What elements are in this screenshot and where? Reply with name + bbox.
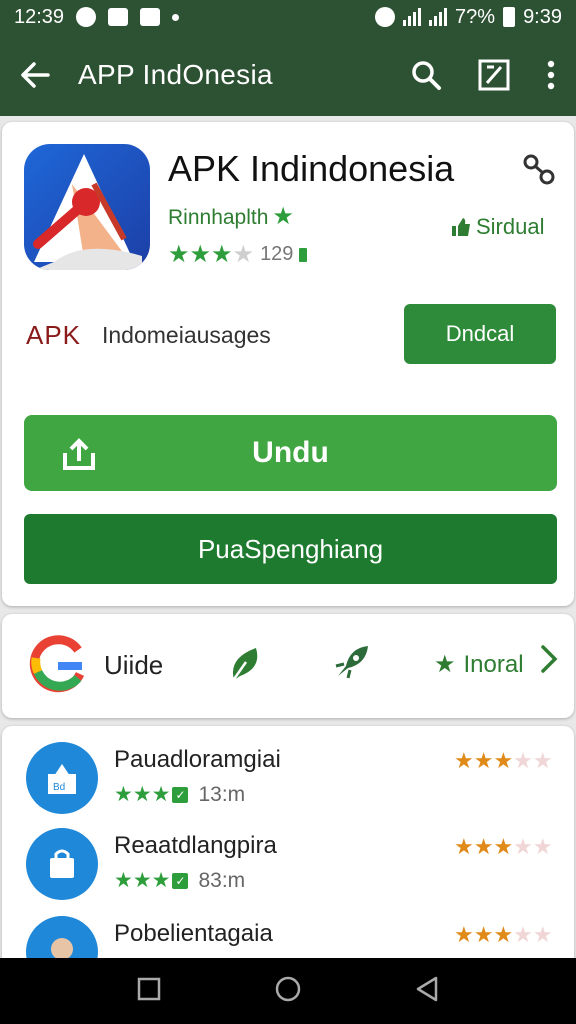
install-badge-label: Sirdual: [476, 214, 545, 239]
list-item-count: 13:m: [198, 782, 246, 806]
status-time: 12:39: [14, 5, 65, 28]
recents-icon[interactable]: [136, 976, 162, 1007]
download-button[interactable]: Dndcal: [404, 304, 556, 364]
leaf-icon[interactable]: [226, 644, 262, 689]
svg-text:Bd: Bd: [53, 782, 65, 793]
list-item-rating: ★★★★★: [454, 834, 553, 859]
battery-percent: 7?%: [455, 5, 496, 28]
rating-filter-label: Inoral: [463, 650, 524, 678]
rocket-icon[interactable]: [332, 644, 370, 687]
status-clock: 9:39: [523, 5, 562, 28]
verified-icon: ✓: [172, 786, 189, 803]
shopping-bag-icon: [26, 828, 98, 900]
app-list-icon: Bd: [26, 742, 98, 814]
search-icon[interactable]: [410, 59, 442, 91]
secondary-button-label: PuaSpenghiang: [197, 533, 384, 564]
app-detail-card: APK Indindonesia Rinnhaplth ★ ★ ★ ★ ★ 129…: [2, 122, 574, 606]
back-arrow-icon[interactable]: [20, 61, 60, 89]
secondary-button[interactable]: PuaSpenghiang: [24, 514, 557, 584]
app-bar: APP IndOnesia: [0, 34, 576, 116]
category-card: Uiide ★ Inoral: [2, 614, 574, 718]
list-item[interactable]: Bd Pauadloramgiai ★★★ ✓ 13:m ★★★★★: [2, 742, 574, 830]
install-button-label: Undu: [252, 436, 329, 469]
system-nav-bar: [0, 958, 576, 1024]
app-logo-icon: [24, 144, 150, 270]
notification-dot-icon: [172, 13, 180, 21]
star-icon: ★★★: [114, 783, 171, 806]
editors-choice-icon: ★: [272, 203, 294, 230]
list-item-meta: ★★★ ✓ 13:m: [114, 782, 245, 807]
google-icon[interactable]: [28, 634, 88, 694]
gallery-icon: [108, 8, 129, 26]
install-badge: Sirdual: [450, 214, 544, 240]
notification-icon: [76, 7, 97, 27]
size-indicator-icon: [299, 247, 308, 262]
edit-notification-icon: [140, 8, 161, 26]
list-item-title: Reaatdlangpira: [114, 832, 277, 859]
list-item-rating: ★★★★★: [454, 922, 553, 947]
home-icon[interactable]: [274, 975, 302, 1008]
app-list: Bd Pauadloramgiai ★★★ ✓ 13:m ★★★★★ Reaat…: [2, 726, 574, 988]
star-empty-icon: ★: [232, 241, 255, 268]
back-icon[interactable]: [414, 975, 440, 1008]
edit-box-icon[interactable]: [478, 59, 510, 91]
install-button[interactable]: Undu: [24, 415, 557, 491]
list-item-rating: ★★★★★: [454, 748, 553, 773]
alarm-icon: [375, 7, 396, 27]
app-name: APK Indindonesia: [168, 148, 455, 189]
wifi-icon: [403, 8, 422, 26]
list-item-title: Pobelientagaia: [114, 920, 273, 947]
apk-description: Indomeiausages: [102, 322, 271, 348]
share-icon[interactable]: [522, 152, 556, 191]
list-item-count: 83:m: [198, 868, 246, 892]
upload-icon: [62, 437, 96, 479]
battery-icon: [503, 7, 516, 27]
star-icon: ★: [434, 651, 456, 678]
list-item[interactable]: Reaatdlangpira ★★★ ✓ 83:m ★★★★★: [2, 828, 574, 916]
developer-label: Rinnhaplth: [168, 206, 269, 229]
star-icon: ★★★: [114, 869, 171, 892]
apk-label: APK: [26, 320, 82, 350]
list-item-meta: ★★★ ✓ 83:m: [114, 868, 245, 893]
category-label: Uiide: [104, 650, 164, 680]
verified-icon: ✓: [172, 872, 189, 889]
list-item-title: Pauadloramgiai: [114, 746, 281, 773]
developer-name[interactable]: Rinnhaplth ★: [168, 202, 294, 231]
more-vert-icon[interactable]: [546, 60, 556, 90]
star-icon: ★: [211, 241, 233, 268]
star-icon: ★: [168, 241, 190, 268]
chevron-right-icon[interactable]: [540, 644, 558, 682]
rating-row: ★ ★ ★ ★ 129: [168, 240, 308, 269]
status-bar: 12:39 7?% 9:39: [0, 0, 576, 34]
signal-icon: [429, 8, 448, 26]
star-icon: ★: [189, 241, 212, 268]
thumb-icon: [452, 218, 470, 236]
page-title: APP IndOnesia: [78, 59, 273, 90]
rating-filter[interactable]: ★ Inoral: [434, 650, 524, 679]
rating-count: 129: [260, 243, 294, 265]
